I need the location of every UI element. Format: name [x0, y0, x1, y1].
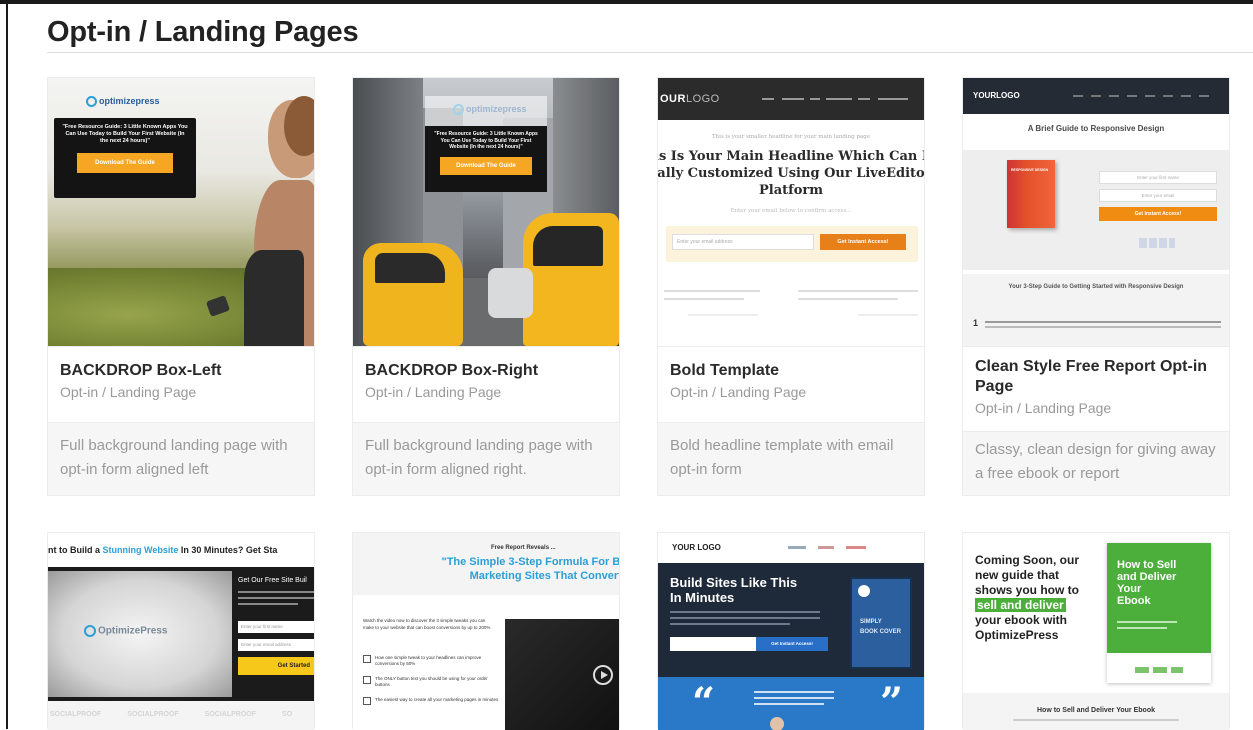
template-description: Bold headline template with email opt-in… [670, 437, 894, 478]
download-guide-button[interactable]: Download The Guide [77, 153, 173, 173]
template-thumbnail[interactable]: Coming Soon, our new guide that shows yo… [963, 533, 1229, 730]
thumb-headline: A Brief Guide to Responsive Design [1027, 124, 1165, 133]
template-card-bold-template[interactable]: OURLOGO This is your smaller headline fo… [657, 77, 925, 496]
template-card-website-builder[interactable]: nt to Build a Stunning Website In 30 Min… [47, 532, 315, 730]
email-input[interactable]: Enter your email address [238, 639, 314, 651]
template-info: BACKDROP Box-Right Opt-in / Landing Page [353, 346, 619, 423]
thumb-headline: is Is Your Main Headline Which Can I all… [658, 149, 924, 198]
get-access-button[interactable]: Get Instant Access! [820, 234, 906, 250]
template-title[interactable]: Clean Style Free Report Opt-in Page [975, 357, 1217, 397]
template-info: BACKDROP Box-Left Opt-in / Landing Page [48, 346, 314, 423]
template-description: Full background landing page with opt-in… [60, 437, 288, 478]
thumb-headline: "The Simple 3-Step Formula For Bu Market… [441, 556, 619, 582]
title-divider [47, 52, 1253, 53]
first-name-input[interactable]: Enter your first name [238, 621, 314, 633]
thumb-navbar: OURLOGO [658, 78, 924, 120]
thumb-headline: Build Sites Like This In Minutes [670, 575, 798, 605]
template-category: Opt-in / Landing Page [670, 384, 807, 400]
person-photo [244, 96, 314, 346]
your-logo: YOUR LOGO [672, 543, 721, 552]
template-card-backdrop-box-right[interactable]: optimizepress "Free Resource Guide: 3 Li… [352, 77, 620, 496]
template-card-build-sites[interactable]: YOUR LOGO Build Sites Like This In Minut… [657, 532, 925, 730]
optimizepress-logo: optimizepress [86, 96, 160, 108]
your-logo: YOURLOGO [973, 91, 1020, 100]
bullet-list: How one simple tweak to your headlines c… [363, 655, 499, 705]
template-description: Full background landing page with opt-in… [365, 437, 593, 478]
checkbox-icon [363, 676, 371, 684]
template-thumbnail[interactable]: optimizepress "Free Resource Guide: 3 Li… [48, 78, 314, 346]
download-guide-button[interactable]: Download The Guide [440, 156, 532, 175]
quote-open-icon: “ [692, 679, 716, 726]
avatar [770, 717, 784, 730]
template-description: Classy, clean design for giving away a f… [975, 441, 1216, 482]
template-card-clean-style-free-report[interactable]: YOURLOGO A Brief Guide to Responsive Des… [962, 77, 1230, 496]
checkbox-icon [363, 655, 371, 663]
quote-close-icon: ” [880, 679, 904, 726]
template-info: Clean Style Free Report Opt-in Page Opt-… [963, 346, 1229, 432]
optin-box: "Free Resource Guide: 3 Little Known App… [425, 126, 547, 192]
template-category: Opt-in / Landing Page [60, 384, 197, 400]
play-icon[interactable] [593, 665, 613, 685]
social-proof-strip: SOCIALPROOF SOCIALPROOF SOCIALPROOF SO [50, 711, 293, 718]
window-top-border [0, 0, 1253, 4]
get-access-button[interactable]: Get Instant Access! [1099, 207, 1217, 221]
ebook-cover: RESPONSIVE DESIGN [1007, 160, 1055, 228]
template-category: Opt-in / Landing Page [365, 384, 502, 400]
optimizepress-logo: OptimizePress [84, 625, 167, 637]
template-thumbnail[interactable]: OURLOGO This is your smaller headline fo… [658, 78, 924, 346]
template-category: Opt-in / Landing Page [975, 400, 1112, 416]
email-input[interactable]: Enter your email address [672, 234, 814, 250]
thumb-navbar: YOURLOGO [963, 78, 1229, 114]
template-thumbnail[interactable]: YOURLOGO A Brief Guide to Responsive Des… [963, 78, 1229, 346]
email-input[interactable]: Enter your email [1099, 189, 1217, 202]
first-name-input[interactable]: Enter your first name [1099, 171, 1217, 184]
window-left-border [6, 0, 8, 729]
ebook-cover: How to Sell and Deliver Your Ebook [1107, 543, 1211, 683]
optin-box: "Free Resource Guide: 3 Little Known App… [54, 118, 196, 198]
template-thumbnail[interactable]: optimizepress "Free Resource Guide: 3 Li… [353, 78, 619, 346]
page-title: Opt-in / Landing Pages [47, 16, 359, 48]
get-access-button[interactable]: Get Instant Access! [756, 637, 828, 651]
template-card-free-report-video[interactable]: Free Report Reveals ... "The Simple 3-St… [352, 532, 620, 730]
checkbox-icon [363, 697, 371, 705]
template-title[interactable]: BACKDROP Box-Right [365, 361, 607, 381]
template-title[interactable]: BACKDROP Box-Left [60, 361, 302, 381]
template-thumbnail[interactable]: YOUR LOGO Build Sites Like This In Minut… [658, 533, 924, 730]
template-info: Bold Template Opt-in / Landing Page [658, 346, 924, 423]
ebook-cover: SIMPLY BOOK COVER [850, 577, 912, 669]
template-thumbnail[interactable]: Free Report Reveals ... "The Simple 3-St… [353, 533, 619, 730]
email-input[interactable] [670, 637, 756, 651]
your-logo: OURLOGO [660, 93, 720, 105]
logo-mark-icon [84, 625, 96, 637]
get-started-button[interactable]: Get Started [238, 657, 314, 675]
template-card-backdrop-box-left[interactable]: optimizepress "Free Resource Guide: 3 Li… [47, 77, 315, 496]
logo-mark-icon [86, 96, 97, 108]
thumb-headline: nt to Build a Stunning Website In 30 Min… [48, 545, 278, 555]
template-card-coming-soon-ebook[interactable]: Coming Soon, our new guide that shows yo… [962, 532, 1230, 730]
coming-soon-text: Coming Soon, our new guide that shows yo… [975, 553, 1079, 642]
template-title[interactable]: Bold Template [670, 361, 912, 381]
template-thumbnail[interactable]: nt to Build a Stunning Website In 30 Min… [48, 533, 314, 730]
